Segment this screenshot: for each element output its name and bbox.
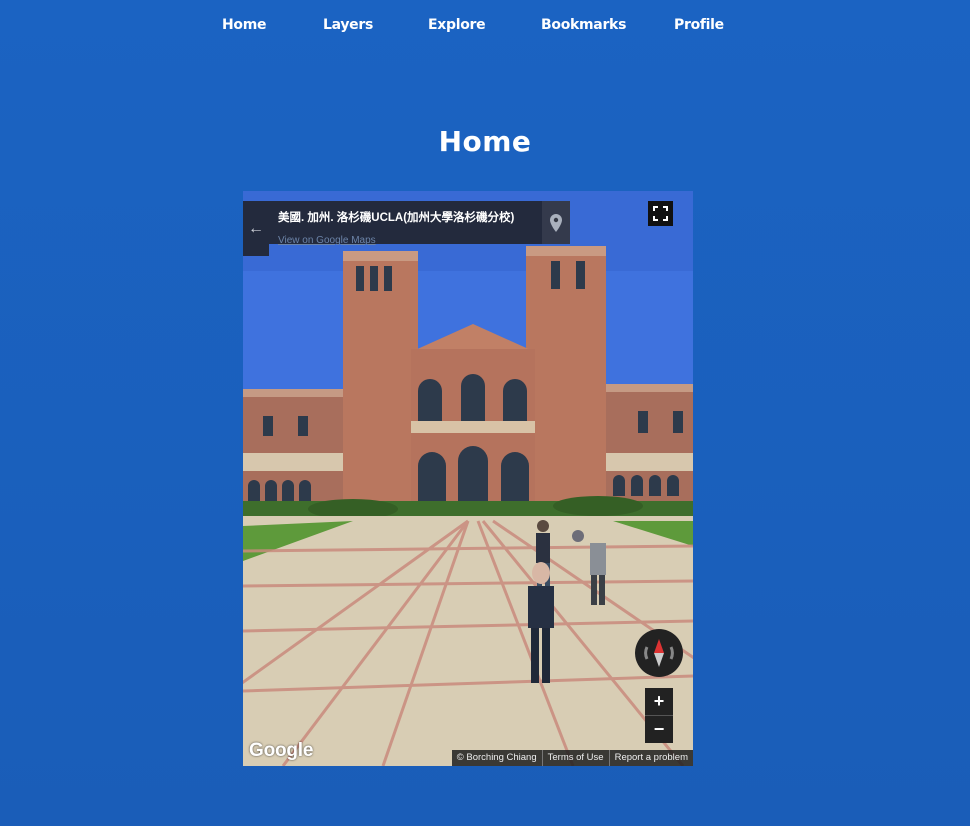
report-problem-link[interactable]: Report a problem <box>608 750 693 766</box>
page-title: Home <box>438 124 532 158</box>
nav-item-home[interactable]: Home <box>222 17 267 33</box>
street-view-image[interactable] <box>243 191 693 766</box>
compass-icon <box>644 639 674 667</box>
back-button[interactable]: ← <box>243 201 269 256</box>
photo-credit: © Borching Chiang <box>456 752 537 763</box>
nav-item-profile[interactable]: Profile <box>674 17 724 33</box>
arrow-left-icon: ← <box>248 220 264 237</box>
address-card: 美國. 加州. 洛杉磯UCLA(加州大學洛杉磯分校) View on Googl… <box>269 201 542 246</box>
top-nav: Home Layers Explore Bookmarks Profile <box>0 17 970 39</box>
view-on-maps-link[interactable]: View on Google Maps <box>278 235 542 246</box>
zoom-in-button[interactable]: + <box>645 688 673 715</box>
zoom-control: + − <box>645 688 673 743</box>
terms-link[interactable]: Terms of Use <box>541 750 609 766</box>
google-logo: Google <box>249 740 314 761</box>
map-pin-button[interactable] <box>542 201 570 244</box>
compass-control[interactable] <box>635 629 683 677</box>
street-view-panel[interactable]: ← 美國. 加州. 洛杉磯UCLA(加州大學洛杉磯分校) View on Goo… <box>243 191 693 766</box>
place-name: 美國. 加州. 洛杉磯UCLA(加州大學洛杉磯分校) <box>278 212 515 224</box>
fullscreen-button[interactable] <box>648 201 673 226</box>
attribution-bar: © Borching Chiang Terms of Use Report a … <box>451 750 693 766</box>
nav-item-explore[interactable]: Explore <box>428 17 486 33</box>
zoom-out-button[interactable]: − <box>645 716 673 743</box>
fullscreen-icon <box>653 206 668 221</box>
nav-item-bookmarks[interactable]: Bookmarks <box>541 17 626 33</box>
map-pin-icon <box>550 213 562 232</box>
nav-item-layers[interactable]: Layers <box>323 17 373 33</box>
